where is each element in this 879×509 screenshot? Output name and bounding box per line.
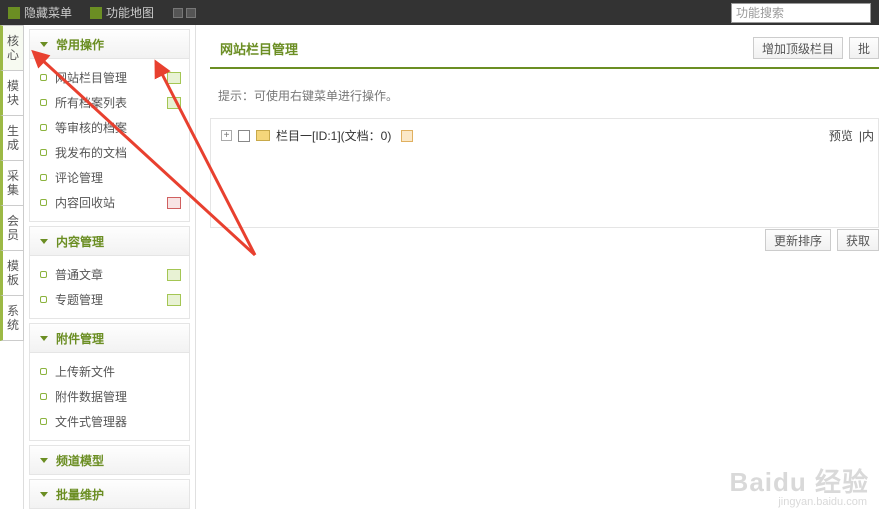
chevron-down-icon (40, 458, 48, 463)
vtab-collect[interactable]: 采集 (0, 160, 24, 206)
hide-menu-label: 隐藏菜单 (24, 4, 72, 21)
group-title: 批量维护 (56, 486, 104, 503)
shield-icon (167, 197, 181, 209)
doc-icon (167, 294, 181, 306)
vtab-core[interactable]: 核心 (0, 25, 24, 71)
main-content: 网站栏目管理 增加顶级栏目 批 提示：可使用右键菜单进行操作。 + 栏目一[ID… (196, 25, 879, 509)
doc-icon (167, 72, 181, 84)
page-title-row: 网站栏目管理 增加顶级栏目 批 (210, 37, 879, 69)
bullet-icon (40, 149, 47, 156)
group-attachment-mgmt-body: 上传新文件 附件数据管理 文件式管理器 (29, 353, 190, 441)
group-title: 频道模型 (56, 452, 104, 469)
chevron-down-icon (40, 239, 48, 244)
bullet-icon (40, 271, 47, 278)
menu-topic-mgmt[interactable]: 专题管理 (30, 287, 189, 312)
vtab-member[interactable]: 会员 (0, 205, 24, 251)
group-common-ops[interactable]: 常用操作 (29, 29, 190, 59)
menu-normal-article[interactable]: 普通文章 (30, 262, 189, 287)
vtab-generate[interactable]: 生成 (0, 115, 24, 161)
tree-panel: + 栏目一[ID:1](文档：0) 预览 |内 (210, 118, 879, 228)
func-map-label: 功能地图 (106, 4, 154, 21)
menu-all-archives[interactable]: 所有档案列表 (30, 90, 189, 115)
hint-text: 提示：可使用右键菜单进行操作。 (210, 69, 879, 118)
mini-dots (173, 8, 196, 18)
group-title: 常用操作 (56, 36, 104, 53)
vtab-system[interactable]: 系统 (0, 295, 24, 341)
tree-row[interactable]: + 栏目一[ID:1](文档：0) (221, 127, 868, 144)
chevron-down-icon (40, 336, 48, 341)
folder-icon (256, 130, 270, 141)
bullet-icon (40, 418, 47, 425)
search-input[interactable]: 功能搜索 (731, 3, 871, 23)
bullet-icon (40, 124, 47, 131)
bullet-icon (40, 296, 47, 303)
group-batch-maint[interactable]: 批量维护 (29, 479, 190, 509)
group-attachment-mgmt[interactable]: 附件管理 (29, 323, 190, 353)
update-sort-button[interactable]: 更新排序 (765, 229, 831, 251)
bullet-icon (40, 99, 47, 106)
menu-upload-file[interactable]: 上传新文件 (30, 359, 189, 384)
checkbox[interactable] (238, 130, 250, 142)
menu-my-docs[interactable]: 我发布的文档 (30, 140, 189, 165)
expand-icon[interactable]: + (221, 130, 232, 141)
tree-label: 栏目一[ID:1](文档：0) (276, 127, 391, 144)
mini-dot[interactable] (186, 8, 196, 18)
bullet-icon (40, 393, 47, 400)
sidebar: 常用操作 网站栏目管理 所有档案列表 等审核的档案 我发布的文档 评论管理 内容… (24, 25, 196, 509)
bullet-icon (40, 199, 47, 206)
doc-icon (167, 97, 181, 109)
grid-icon (8, 7, 20, 19)
menu-comments[interactable]: 评论管理 (30, 165, 189, 190)
menu-recycle[interactable]: 内容回收站 (30, 190, 189, 215)
top-bar: 隐藏菜单 功能地图 功能搜索 (0, 0, 879, 25)
row-actions: 预览 |内 (829, 127, 874, 144)
chevron-down-icon (40, 42, 48, 47)
vtab-template[interactable]: 模板 (0, 250, 24, 296)
chevron-down-icon (40, 492, 48, 497)
hide-menu-button[interactable]: 隐藏菜单 (8, 4, 72, 21)
menu-file-manager[interactable]: 文件式管理器 (30, 409, 189, 434)
bullet-icon (40, 368, 47, 375)
menu-attachment-data[interactable]: 附件数据管理 (30, 384, 189, 409)
group-channel-model[interactable]: 频道模型 (29, 445, 190, 475)
bullet-icon (40, 174, 47, 181)
vertical-tabs: 核心 模块 生成 采集 会员 模板 系统 (0, 25, 24, 509)
search-placeholder: 功能搜索 (736, 4, 784, 21)
group-content-mgmt-body: 普通文章 专题管理 (29, 256, 190, 319)
get-button[interactable]: 获取 (837, 229, 879, 251)
page-title: 网站栏目管理 (220, 39, 298, 58)
vtab-module[interactable]: 模块 (0, 70, 24, 116)
group-title: 内容管理 (56, 233, 104, 250)
title-buttons: 增加顶级栏目 批 (753, 37, 879, 59)
bottom-buttons: 更新排序 获取 (765, 229, 879, 251)
mini-dot[interactable] (173, 8, 183, 18)
func-map-button[interactable]: 功能地图 (90, 4, 154, 21)
menu-site-columns[interactable]: 网站栏目管理 (30, 65, 189, 90)
add-top-column-button[interactable]: 增加顶级栏目 (753, 37, 843, 59)
group-title: 附件管理 (56, 330, 104, 347)
extra-action[interactable]: |内 (859, 127, 874, 144)
bullet-icon (40, 74, 47, 81)
grid-icon (90, 7, 102, 19)
edit-icon[interactable] (401, 130, 413, 142)
batch-button[interactable]: 批 (849, 37, 879, 59)
group-common-ops-body: 网站栏目管理 所有档案列表 等审核的档案 我发布的文档 评论管理 内容回收站 (29, 59, 190, 222)
menu-pending-review[interactable]: 等审核的档案 (30, 115, 189, 140)
doc-icon (167, 269, 181, 281)
group-content-mgmt[interactable]: 内容管理 (29, 226, 190, 256)
preview-link[interactable]: 预览 (829, 127, 853, 144)
